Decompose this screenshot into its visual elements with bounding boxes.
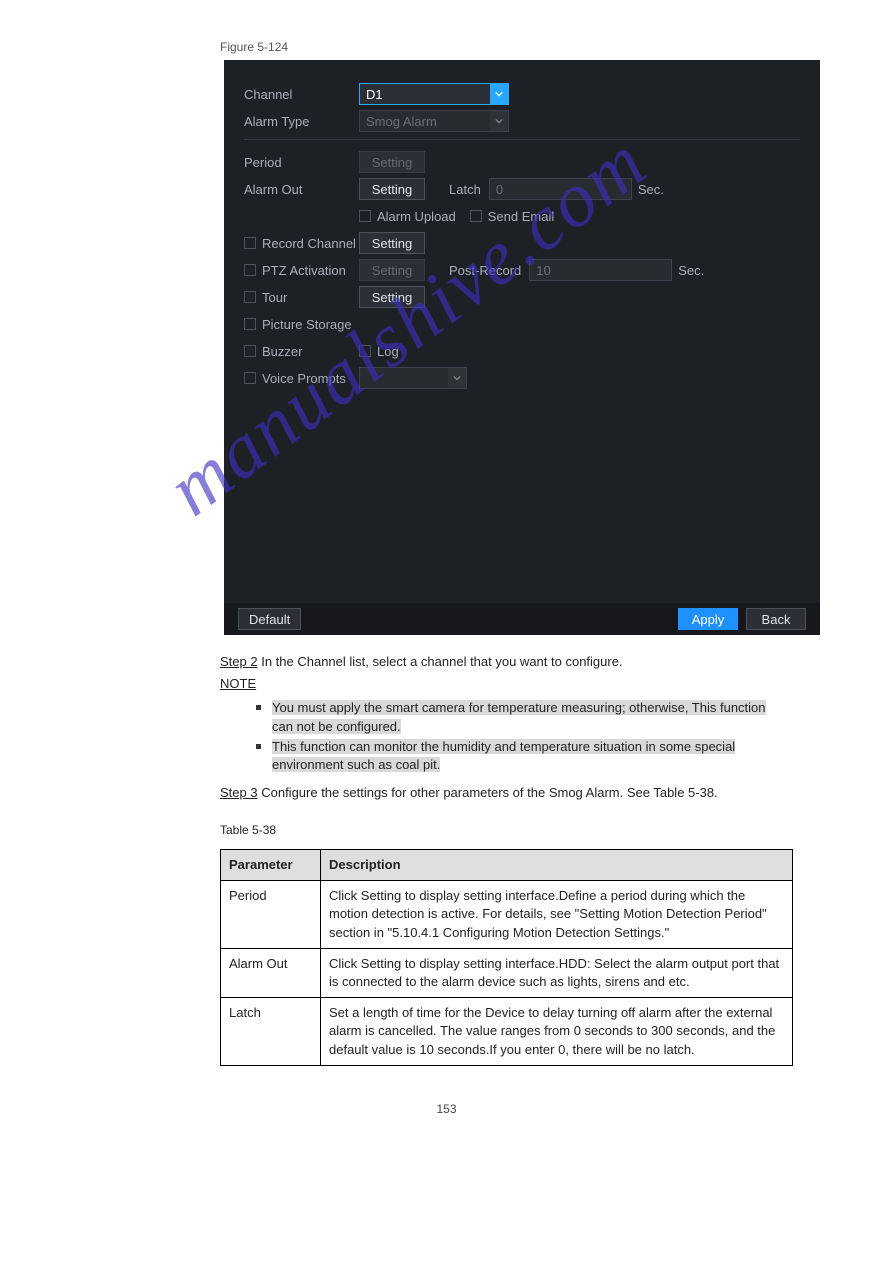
channel-value: D1 [366, 87, 383, 102]
channel-label: Channel [244, 87, 359, 102]
alarm-out-label: Alarm Out [244, 182, 359, 197]
chevron-down-icon [490, 84, 508, 104]
step2-label: Step 2 [220, 654, 258, 669]
voice-select[interactable] [359, 367, 467, 389]
record-channel-setting-button[interactable]: Setting [359, 232, 425, 254]
latch-label: Latch [449, 182, 481, 197]
latch-unit: Sec. [638, 182, 664, 197]
panel-footer: Default Apply Back [224, 603, 820, 635]
apply-button[interactable]: Apply [678, 608, 738, 630]
post-record-input[interactable]: 10 [529, 259, 672, 281]
alarm-upload-label: Alarm Upload [377, 209, 456, 224]
ptz-setting-button[interactable]: Setting [359, 259, 425, 281]
tour-label: Tour [262, 290, 287, 305]
send-email-label: Send Email [488, 209, 554, 224]
period-label: Period [244, 155, 359, 170]
alarm-type-value: Smog Alarm [366, 114, 437, 129]
params-table: Parameter Description Period Click Setti… [220, 849, 793, 1066]
record-channel-checkbox[interactable] [244, 237, 256, 249]
log-label: Log [377, 344, 399, 359]
chevron-down-icon [448, 368, 466, 388]
latch-input[interactable]: 0 [489, 178, 632, 200]
figure-caption: Figure 5-124 [220, 40, 843, 54]
table-row: Period Click Setting to display setting … [221, 881, 793, 949]
cell-desc: Click Setting to display setting interfa… [321, 881, 793, 949]
channel-select[interactable]: D1 [359, 83, 509, 105]
voice-label: Voice Prompts [262, 371, 346, 386]
buzzer-label: Buzzer [262, 344, 302, 359]
step3-label: Step 3 [220, 785, 258, 800]
record-channel-label: Record Channel [262, 236, 356, 251]
cell-param: Period [221, 881, 321, 949]
cell-desc: Set a length of time for the Device to d… [321, 998, 793, 1066]
alarm-type-select[interactable]: Smog Alarm [359, 110, 509, 132]
ptz-checkbox[interactable] [244, 264, 256, 276]
tour-checkbox[interactable] [244, 291, 256, 303]
bullet-icon [256, 744, 261, 749]
note1b: can not be configured. [272, 719, 401, 734]
period-setting-button[interactable]: Setting [359, 151, 425, 173]
post-record-unit: Sec. [678, 263, 704, 278]
post-record-label: Post-Record [449, 263, 521, 278]
settings-panel: Channel D1 Alarm Type Smog Alarm [224, 60, 820, 635]
note2b: environment such as coal pit. [272, 757, 440, 772]
table-row: Alarm Out Click Setting to display setti… [221, 948, 793, 997]
table-row: Latch Set a length of time for the Devic… [221, 998, 793, 1066]
send-email-checkbox[interactable] [470, 210, 482, 222]
step2-text: In the Channel list, select a channel th… [261, 654, 622, 669]
buzzer-checkbox[interactable] [244, 345, 256, 357]
cell-param: Latch [221, 998, 321, 1066]
log-checkbox[interactable] [359, 345, 371, 357]
th-parameter: Parameter [221, 850, 321, 881]
bullet-icon [256, 705, 261, 710]
step3-text: Configure the settings for other paramet… [261, 785, 717, 800]
note2a: This function can monitor the humidity a… [272, 739, 735, 754]
default-button[interactable]: Default [238, 608, 301, 630]
alarm-upload-checkbox[interactable] [359, 210, 371, 222]
cell-param: Alarm Out [221, 948, 321, 997]
note-list: You must apply the smart camera for temp… [220, 699, 793, 774]
note1a: You must apply the smart camera for temp… [272, 700, 766, 715]
ptz-label: PTZ Activation [262, 263, 346, 278]
picture-storage-label: Picture Storage [262, 317, 352, 332]
table-caption: Table 5-38 [220, 822, 793, 839]
cell-desc: Click Setting to display setting interfa… [321, 948, 793, 997]
voice-checkbox[interactable] [244, 372, 256, 384]
page-number: 153 [50, 1102, 843, 1116]
back-button[interactable]: Back [746, 608, 806, 630]
picture-storage-checkbox[interactable] [244, 318, 256, 330]
note-label: NOTE [220, 676, 256, 691]
alarm-out-setting-button[interactable]: Setting [359, 178, 425, 200]
th-description: Description [321, 850, 793, 881]
alarm-type-label: Alarm Type [244, 114, 359, 129]
tour-setting-button[interactable]: Setting [359, 286, 425, 308]
chevron-down-icon [490, 111, 508, 131]
